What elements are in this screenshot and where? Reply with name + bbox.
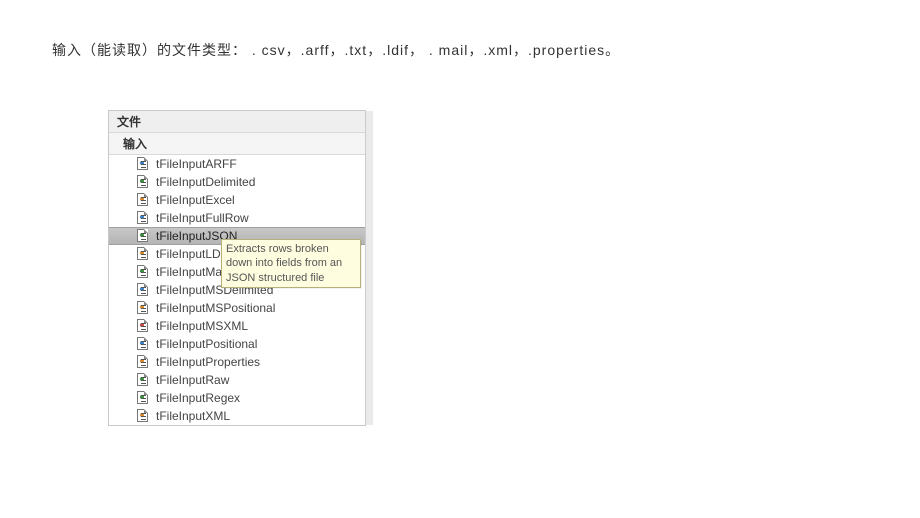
tree-item[interactable]: tFileInputDelimited [109, 173, 365, 191]
scrollbar[interactable] [365, 111, 373, 425]
tree-item[interactable]: tFileInputXML [109, 407, 365, 425]
tree-item[interactable]: tFileInputFullRow [109, 209, 365, 227]
file-icon [137, 211, 153, 225]
file-icon [137, 265, 153, 279]
tree-item-label: tFileInputExcel [156, 193, 235, 207]
tree-item-label: tFileInputFullRow [156, 211, 249, 225]
file-icon [137, 355, 153, 369]
tree-list: tFileInputARFF tFileInputDelimited tFileIn… [109, 155, 365, 425]
palette-panel: 文件 输入 tFileInputARFFtFileInputDelimitedt… [108, 110, 366, 426]
tree-item[interactable]: tFileInputMSXML [109, 317, 365, 335]
tree-item[interactable]: tFileInputProperties [109, 353, 365, 371]
file-icon [137, 157, 153, 171]
tree-item[interactable]: tFileInputRegex [109, 389, 365, 407]
file-icon [137, 319, 153, 333]
tree-item[interactable]: tFileInputPositional [109, 335, 365, 353]
tree-item-label: tFileInputXML [156, 409, 230, 423]
file-icon [137, 283, 153, 297]
item-tooltip: Extracts rows broken down into fields fr… [221, 239, 361, 288]
tree-item-label: tFileInputMSPositional [156, 301, 275, 315]
tree-item-label: tFileInputPositional [156, 337, 257, 351]
tree-item[interactable]: tFileInputExcel [109, 191, 365, 209]
tree-item-label: tFileInputDelimited [156, 175, 255, 189]
file-icon [137, 229, 153, 243]
file-icon [137, 193, 153, 207]
tree-item-label: tFileInputRaw [156, 373, 229, 387]
file-icon [137, 247, 153, 261]
tree-item-label: tFileInputARFF [156, 157, 237, 171]
file-icon [137, 337, 153, 351]
tree-item-label: tFileInputMail [156, 265, 227, 279]
tree-item[interactable]: tFileInputARFF [109, 155, 365, 173]
file-icon [137, 409, 153, 423]
page-description: 输入（能读取）的文件类型： . csv，.arff，.txt，.ldif， . … [52, 40, 620, 60]
tree-item[interactable]: tFileInputMSPositional [109, 299, 365, 317]
file-icon [137, 391, 153, 405]
tree-item-label: tFileInputMSXML [156, 319, 248, 333]
file-icon [137, 175, 153, 189]
tree-subcategory-header[interactable]: 输入 [109, 133, 365, 155]
tree-item-label: tFileInputProperties [156, 355, 260, 369]
tree-item[interactable]: tFileInputRaw [109, 371, 365, 389]
file-icon [137, 301, 153, 315]
file-icon [137, 373, 153, 387]
tree-item-label: tFileInputRegex [156, 391, 240, 405]
tree-category-header[interactable]: 文件 [109, 111, 365, 133]
